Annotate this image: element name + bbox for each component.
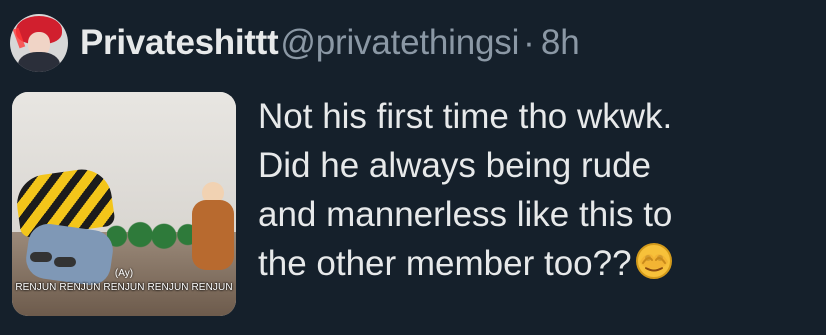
- tweet[interactable]: Privateshittt @privatethingsi · 8h (Ay) …: [0, 0, 826, 335]
- user-handle[interactable]: @privatethingsi: [280, 23, 519, 63]
- tweet-line-2: Did he always being rude: [258, 146, 652, 185]
- shoe: [30, 252, 52, 262]
- tweet-line-1: Not his first time tho wkwk.: [258, 97, 673, 136]
- tweet-text: Not his first time tho wkwk. Did he alwa…: [258, 92, 823, 288]
- tweet-header: Privateshittt @privatethingsi · 8h: [10, 10, 580, 76]
- media-person-right: [188, 182, 236, 277]
- shoe: [54, 257, 76, 267]
- media-caption: RENJUN RENJUN RENJUN RENJUN RENJUN: [15, 282, 233, 293]
- display-name[interactable]: Privateshittt: [80, 23, 279, 63]
- avatar-body: [18, 52, 60, 72]
- separator-dot: ·: [523, 23, 535, 62]
- media-caption-small: (Ay): [114, 268, 134, 279]
- tweet-line-3: and mannerless like this to: [258, 195, 673, 234]
- avatar[interactable]: [10, 14, 68, 72]
- user-meta: Privateshittt @privatethingsi · 8h: [80, 23, 580, 63]
- tweet-line-4-text: the other member too??: [258, 244, 632, 283]
- jacket: [192, 200, 234, 270]
- timestamp[interactable]: 8h: [541, 23, 580, 63]
- media-thumbnail[interactable]: (Ay) RENJUN RENJUN RENJUN RENJUN RENJUN: [12, 92, 236, 316]
- face-with-peeking-eye-icon: [634, 241, 674, 281]
- tweet-line-4: the other member too??: [258, 239, 823, 288]
